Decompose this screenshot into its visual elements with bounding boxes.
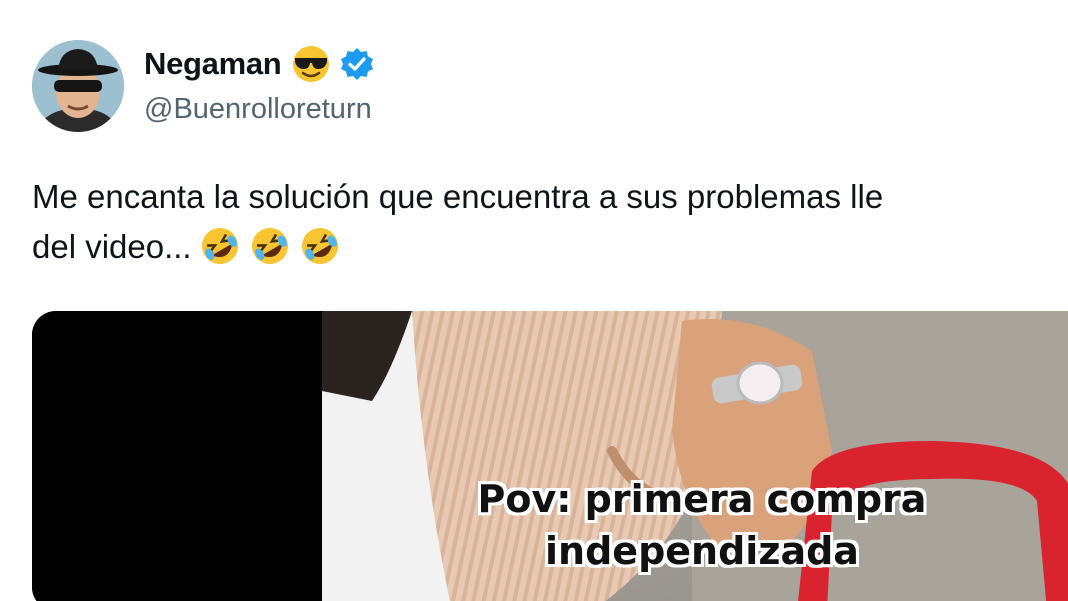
author-avatar[interactable] [32, 40, 124, 132]
rolling-on-floor-laughing-icon [301, 228, 338, 264]
tweet-video[interactable]: Pov: primera compra independizada [32, 311, 1068, 601]
video-caption-line-2: independizada [545, 529, 859, 573]
tweet-text-line-2: del video... [32, 222, 1068, 272]
tweet-text-line-2-text: del video... [32, 228, 192, 265]
rolling-on-floor-laughing-icon [251, 228, 288, 264]
video-caption-line-1: Pov: primera compra [477, 477, 927, 521]
author-display-name[interactable]: Negaman [144, 44, 375, 84]
verified-badge-icon[interactable] [339, 46, 375, 82]
author-handle[interactable]: @Buenrolloreturn [144, 93, 372, 126]
display-name-text: Negaman [144, 46, 282, 81]
rolling-on-floor-laughing-icon [201, 228, 238, 264]
tweet-text: Me encanta la solución que encuentra a s… [32, 172, 1068, 272]
smiling-face-with-sunglasses-icon [293, 46, 330, 82]
tweet-text-line-1: Me encanta la solución que encuentra a s… [32, 178, 884, 215]
video-caption: Pov: primera compra independizada [432, 473, 972, 577]
